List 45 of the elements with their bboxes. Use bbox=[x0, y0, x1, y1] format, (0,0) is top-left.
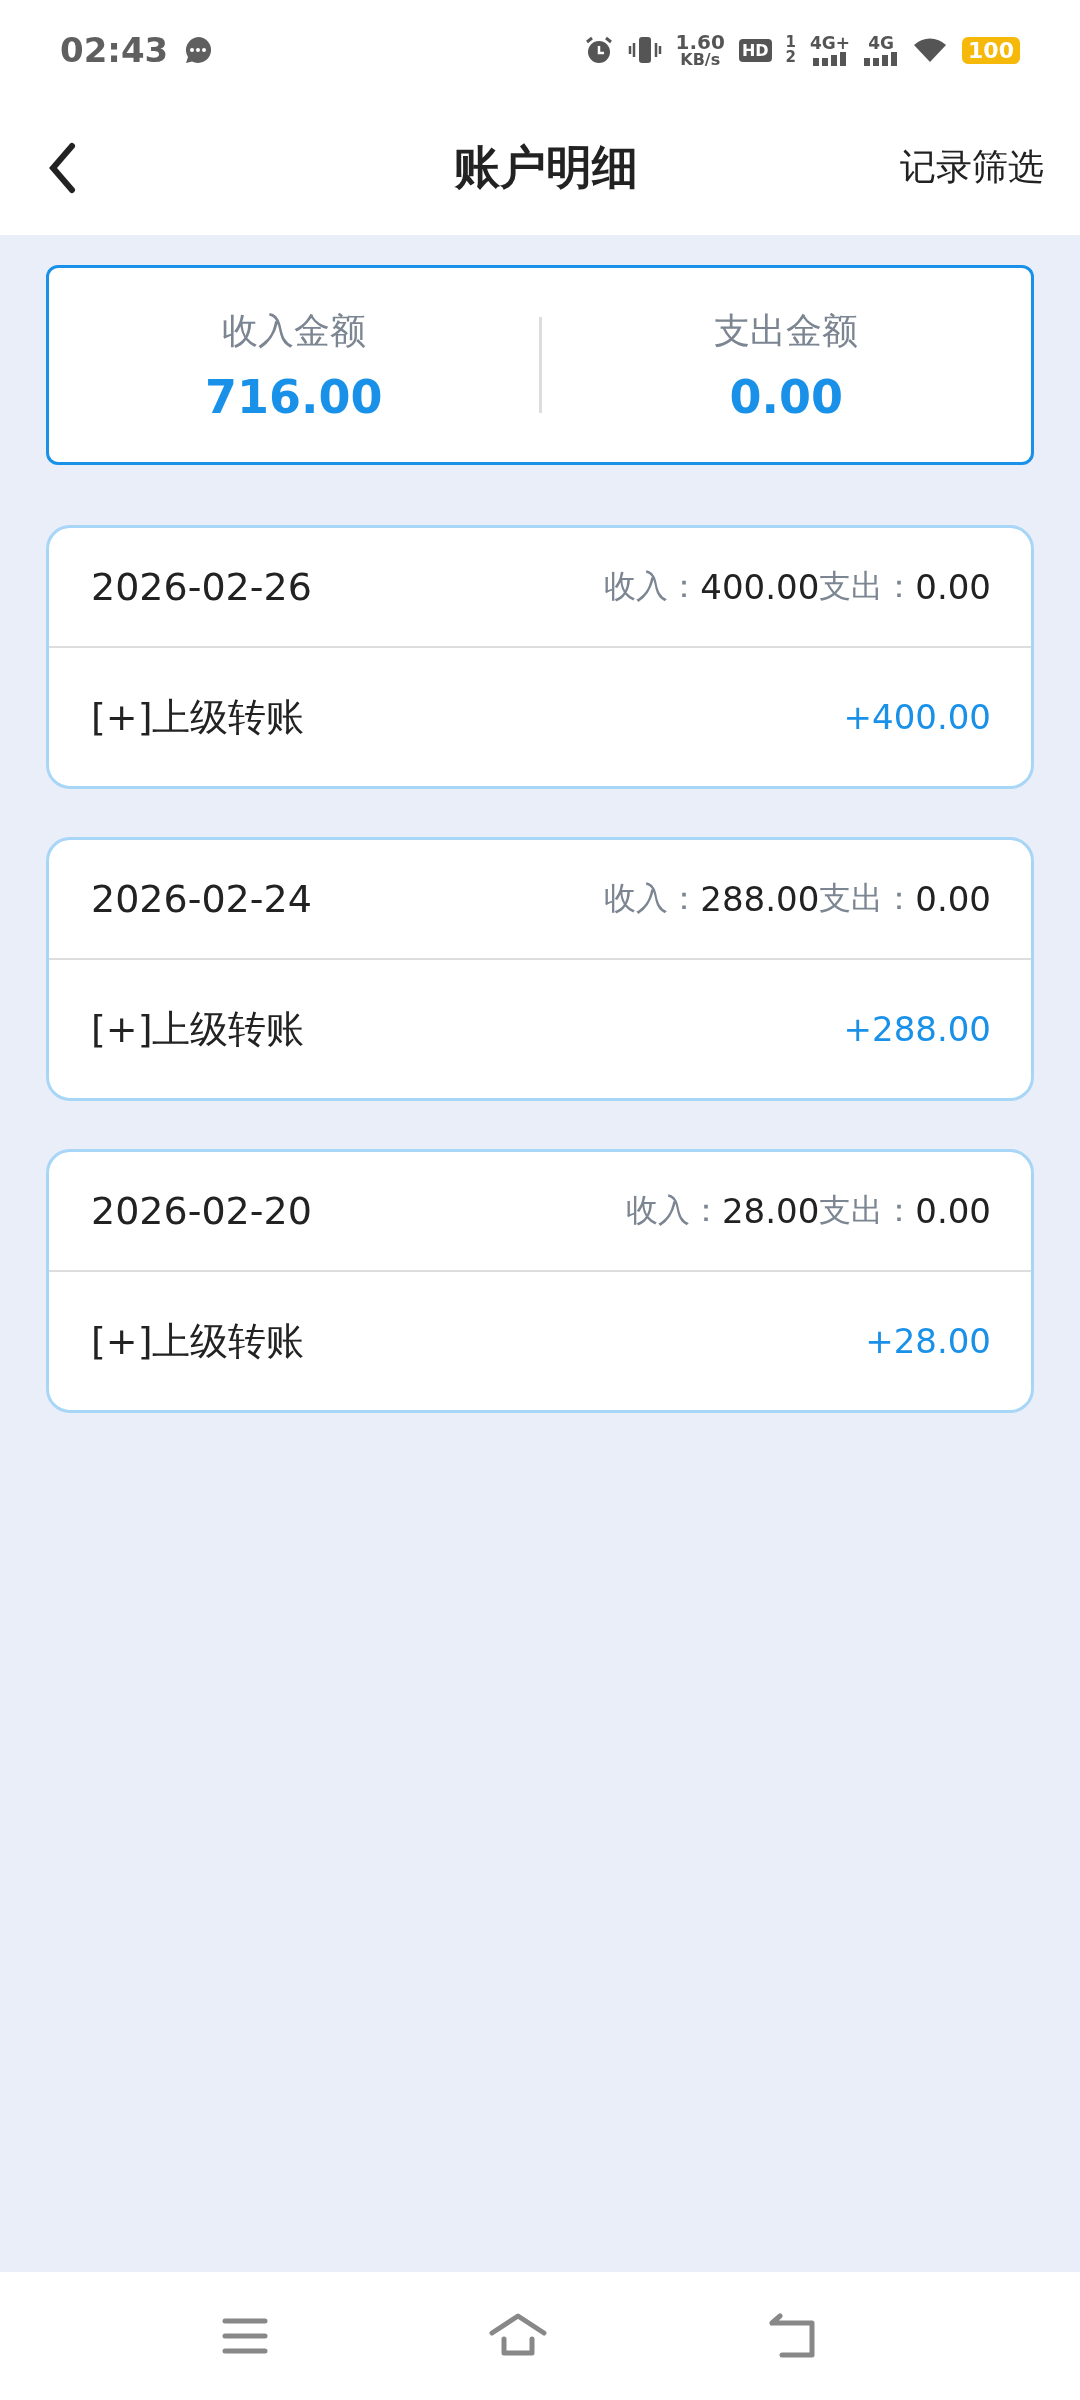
record-date: 2026-02-26 bbox=[91, 565, 312, 609]
expense-label: 支出： bbox=[819, 1190, 916, 1231]
income-label: 收入： bbox=[604, 878, 701, 919]
entry-amount: +400.00 bbox=[843, 697, 991, 737]
network-speed-value: 1.60 bbox=[675, 32, 725, 52]
signal-icon bbox=[813, 51, 848, 66]
income-amount: 400.00 bbox=[700, 567, 820, 607]
network-type: 4G+ bbox=[810, 34, 851, 52]
network-speed-unit: KB/s bbox=[680, 52, 721, 68]
expense-amount: 0.00 bbox=[915, 879, 991, 919]
status-time: 02:43 bbox=[60, 30, 169, 70]
income-label: 收入： bbox=[625, 1190, 722, 1231]
alarm-icon bbox=[583, 35, 614, 65]
vibrate-icon bbox=[627, 35, 662, 65]
page-title: 账户明细 bbox=[454, 138, 638, 196]
expense-amount: 0.00 bbox=[915, 567, 991, 607]
entry-amount: +28.00 bbox=[865, 1321, 991, 1361]
back-button[interactable] bbox=[48, 141, 76, 194]
record-date: 2026-02-20 bbox=[91, 1189, 312, 1233]
signal-icon bbox=[864, 51, 899, 66]
income-amount: 28.00 bbox=[721, 1191, 820, 1231]
entry-title: [+]上级转账 bbox=[91, 693, 305, 741]
wifi-icon bbox=[912, 36, 949, 64]
battery-level: 100 bbox=[962, 36, 1020, 64]
expense-label: 支出： bbox=[819, 878, 916, 919]
expense-label: 支出： bbox=[819, 566, 916, 607]
income-amount: 288.00 bbox=[700, 879, 820, 919]
sim-number: 2 bbox=[785, 50, 797, 65]
back-icon[interactable] bbox=[768, 2313, 818, 2359]
hd-badge: HD bbox=[738, 38, 772, 62]
home-icon[interactable] bbox=[488, 2313, 548, 2359]
summary-label: 支出金额 bbox=[714, 308, 859, 353]
entry-title: [+]上级转账 bbox=[91, 1317, 305, 1365]
menu-icon[interactable] bbox=[222, 2317, 268, 2355]
summary-amount: 716.00 bbox=[205, 369, 383, 424]
filter-button[interactable]: 记录筛选 bbox=[900, 143, 1044, 192]
summary-label: 收入金额 bbox=[221, 308, 366, 353]
income-label: 收入： bbox=[604, 566, 701, 607]
expense-amount: 0.00 bbox=[915, 1191, 991, 1231]
sim-number: 1 bbox=[785, 35, 797, 50]
record-date: 2026-02-24 bbox=[91, 877, 312, 921]
entry-title: [+]上级转账 bbox=[91, 1005, 305, 1053]
summary-amount: 0.00 bbox=[729, 369, 843, 424]
entry-amount: +288.00 bbox=[843, 1009, 991, 1049]
network-type: 4G bbox=[868, 34, 894, 52]
